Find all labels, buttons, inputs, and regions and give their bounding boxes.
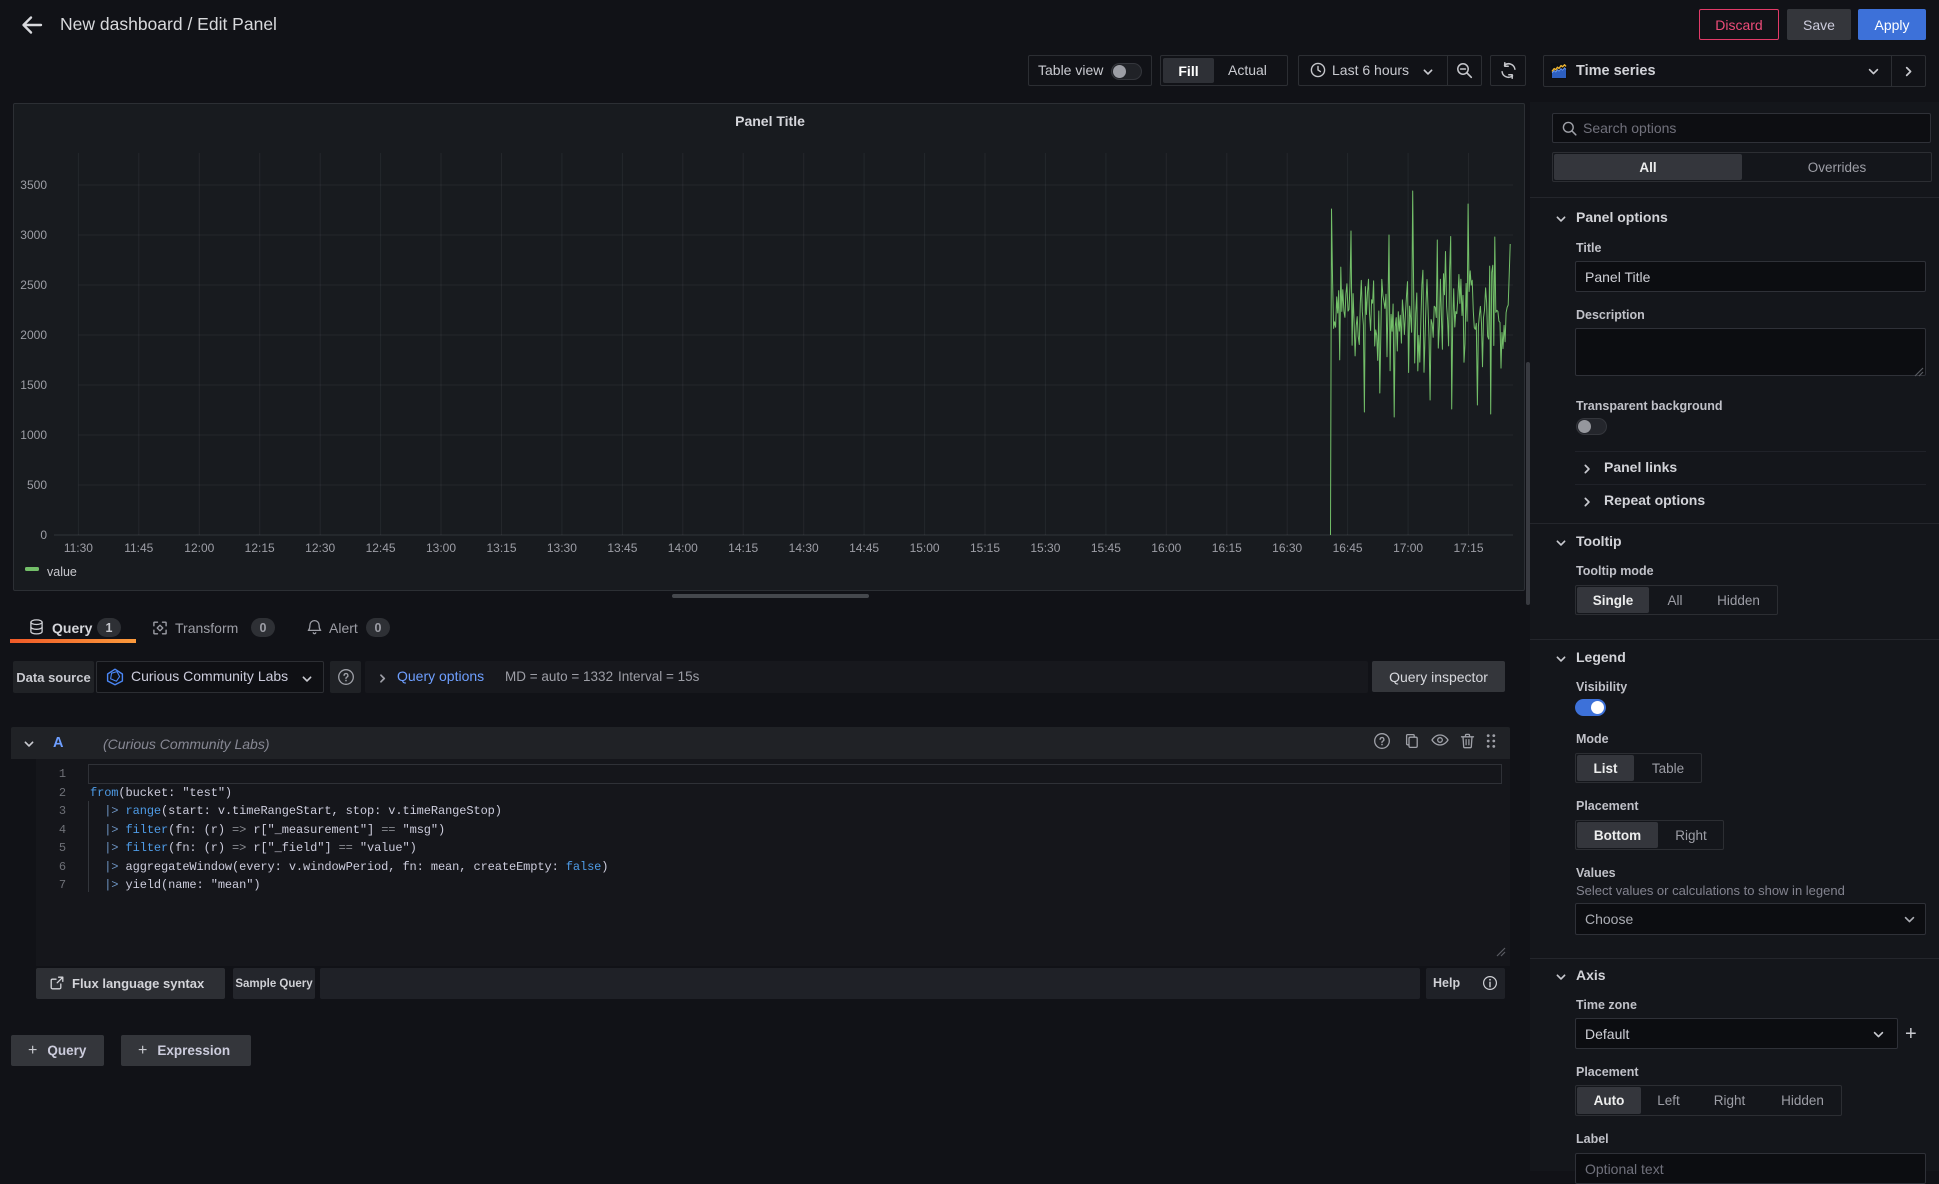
svg-text:13:45: 13:45: [607, 541, 637, 555]
svg-text:12:00: 12:00: [184, 541, 214, 555]
svg-text:0: 0: [40, 528, 47, 542]
svg-text:3000: 3000: [20, 228, 47, 242]
svg-text:value: value: [47, 565, 77, 579]
svg-text:2500: 2500: [20, 278, 47, 292]
svg-text:15:00: 15:00: [910, 541, 940, 555]
svg-text:3500: 3500: [20, 178, 47, 192]
svg-text:14:30: 14:30: [789, 541, 819, 555]
svg-text:14:00: 14:00: [668, 541, 698, 555]
svg-text:1500: 1500: [20, 378, 47, 392]
svg-text:13:30: 13:30: [547, 541, 577, 555]
svg-text:11:45: 11:45: [124, 541, 153, 555]
svg-text:14:45: 14:45: [849, 541, 879, 555]
svg-text:12:30: 12:30: [305, 541, 335, 555]
svg-text:15:15: 15:15: [970, 541, 1000, 555]
svg-text:17:00: 17:00: [1393, 541, 1423, 555]
svg-text:12:45: 12:45: [366, 541, 396, 555]
svg-text:16:30: 16:30: [1272, 541, 1302, 555]
svg-text:15:30: 15:30: [1030, 541, 1060, 555]
svg-text:17:15: 17:15: [1453, 541, 1483, 555]
svg-text:16:45: 16:45: [1333, 541, 1363, 555]
svg-text:16:00: 16:00: [1151, 541, 1181, 555]
svg-text:14:15: 14:15: [728, 541, 758, 555]
svg-text:500: 500: [27, 478, 47, 492]
svg-text:15:45: 15:45: [1091, 541, 1121, 555]
svg-text:13:15: 13:15: [486, 541, 516, 555]
svg-text:11:30: 11:30: [64, 541, 93, 555]
svg-text:2000: 2000: [20, 328, 47, 342]
svg-text:12:15: 12:15: [245, 541, 275, 555]
svg-text:16:15: 16:15: [1212, 541, 1242, 555]
svg-text:13:00: 13:00: [426, 541, 456, 555]
svg-text:1000: 1000: [20, 428, 47, 442]
